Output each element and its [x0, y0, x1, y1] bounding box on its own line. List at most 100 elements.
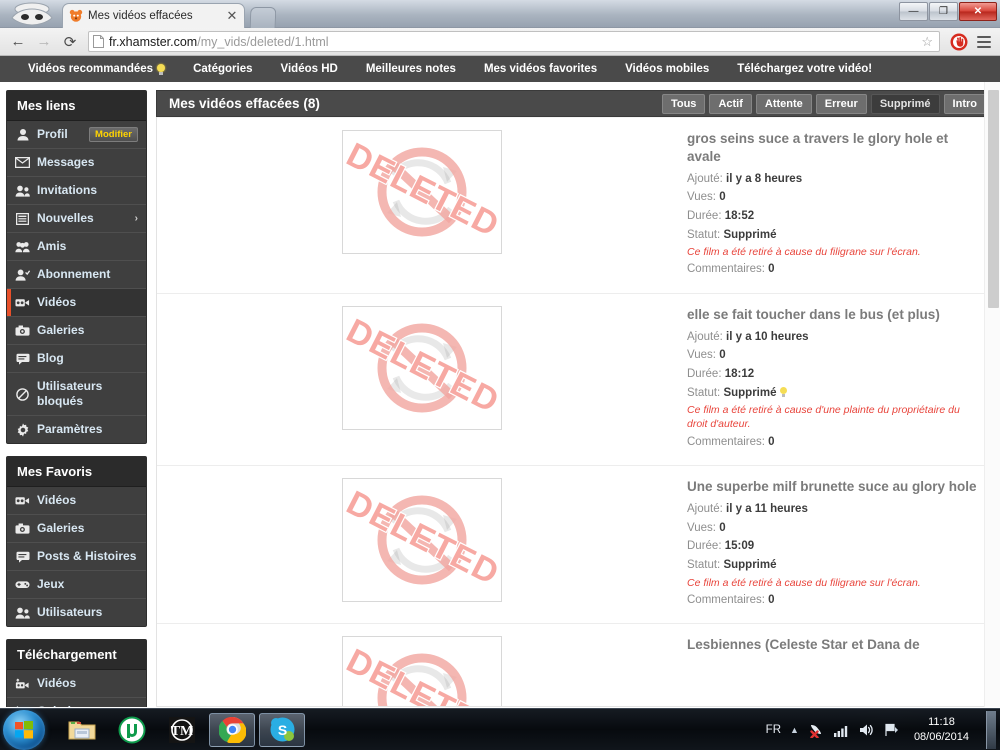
site-nav-link-0[interactable]: Vidéos recommandées	[14, 63, 179, 75]
video-title[interactable]: gros seins suce a travers le glory hole …	[687, 130, 982, 166]
site-nav-link-2[interactable]: Vidéos HD	[267, 63, 352, 75]
utorrent-icon[interactable]	[109, 713, 155, 747]
blocked-circle-icon	[15, 387, 30, 401]
site-nav-label: Meilleures notes	[365, 63, 456, 75]
sidebar-item-label: Amis	[37, 239, 67, 253]
sidebar-item-nouvelles[interactable]: Nouvelles ›	[7, 205, 146, 233]
video-thumbnail-deleted[interactable]: DELETED	[342, 478, 502, 603]
user-group-icon	[15, 184, 30, 197]
site-nav-link-5[interactable]: Vidéos mobiles	[611, 63, 723, 75]
video-duration-line: Durée: 18:12	[687, 365, 982, 384]
system-tray: FR ▲ 11:18 08/06/2014	[766, 710, 1000, 749]
start-button[interactable]	[3, 709, 45, 750]
sidebar-item-profil[interactable]: Profil Modifier	[7, 121, 146, 149]
comments-label: Commentaires:	[687, 435, 765, 448]
volume-icon[interactable]	[858, 722, 874, 738]
sidebar-item-label: Vidéos	[37, 493, 77, 507]
taskbar-clock[interactable]: 11:18 08/06/2014	[908, 715, 975, 744]
adblock-stop-hand-icon[interactable]	[949, 32, 969, 52]
sidebar-item-vid-os[interactable]: Vidéos	[7, 670, 146, 698]
video-added-line: Ajouté: il y a 10 heures	[687, 328, 982, 347]
envelope-icon	[15, 156, 30, 169]
sidebar-item-vid-os[interactable]: Vidéos	[7, 487, 146, 515]
video-thumbnail-deleted[interactable]: DELETED	[342, 636, 502, 707]
show-hidden-icons-icon[interactable]: ▲	[790, 725, 799, 735]
filter-tab-supprim-[interactable]: Supprimé	[870, 93, 940, 114]
sidebar-item-blog[interactable]: Blog	[7, 345, 146, 373]
sidebar-item-utilisateurs-bloqu-s[interactable]: Utilisateurs bloqués	[7, 373, 146, 416]
hamburger-menu-icon[interactable]	[974, 32, 994, 52]
sidebar-item-posts-histoires[interactable]: Posts & Histoires	[7, 543, 146, 571]
tab-close-icon[interactable]: ✕	[226, 9, 238, 22]
taskbar-items: TM S	[59, 712, 305, 747]
filter-tab-intro[interactable]: Intro	[943, 93, 986, 114]
sidebar-item-label: Nouvelles	[37, 211, 94, 225]
address-bar[interactable]: fr.xhamster.com/my_vids/deleted/1.html ☆	[88, 31, 940, 52]
sidebar-item-vid-os[interactable]: Vidéos	[7, 289, 146, 317]
video-comments-line: Commentaires: 0	[687, 591, 982, 610]
video-added-line: Ajouté: il y a 11 heures	[687, 500, 982, 519]
sidebar-item-galerie[interactable]: Galerie	[7, 698, 146, 707]
page-document-icon	[93, 35, 104, 48]
video-title[interactable]: Une superbe milf brunette suce au glory …	[687, 478, 982, 496]
edit-profile-badge[interactable]: Modifier	[89, 127, 138, 142]
site-nav-link-3[interactable]: Meilleures notes	[352, 63, 470, 75]
page-body: Mes liens Profil Modifier Messages Invitatio…	[0, 82, 1000, 707]
forward-icon[interactable]: →	[32, 30, 56, 54]
filter-tab-attente[interactable]: Attente	[755, 93, 812, 114]
show-desktop-button[interactable]	[986, 710, 996, 749]
status-badge: Supprimé	[723, 386, 777, 399]
sidebar-item-label: Abonnement	[37, 267, 111, 281]
sidebar-item-messages[interactable]: Messages	[7, 149, 146, 177]
sidebar-item-utilisateurs[interactable]: Utilisateurs	[7, 599, 146, 626]
sidebar-item-label: Invitations	[37, 183, 98, 197]
sidebar-item-galeries[interactable]: Galeries	[7, 317, 146, 345]
google-chrome-icon[interactable]	[209, 712, 255, 747]
sidebar-item-invitations[interactable]: Invitations	[7, 177, 146, 205]
filter-tab-actif[interactable]: Actif	[709, 93, 752, 114]
video-thumbnail-deleted[interactable]: DELETED	[342, 130, 502, 255]
video-title[interactable]: Lesbiennes (Celeste Star et Dana de	[687, 636, 982, 654]
lightbulb-icon	[157, 63, 166, 75]
status-label: Statut:	[687, 386, 721, 399]
close-button[interactable]: ✕	[959, 2, 997, 21]
video-thumbnail-deleted[interactable]: DELETED	[342, 305, 502, 430]
page-viewport: Vidéos recommandées Catégories Vidéos HD Me…	[0, 56, 1000, 707]
network-signal-icon[interactable]	[833, 722, 849, 738]
action-center-flag-icon[interactable]	[883, 722, 899, 738]
site-nav-link-1[interactable]: Catégories	[179, 63, 266, 75]
antivirus-alert-icon[interactable]	[808, 722, 824, 739]
scrollbar-thumb[interactable]	[988, 90, 999, 308]
views-value: 0	[719, 349, 726, 362]
url-host: fr.xhamster.com	[109, 34, 198, 49]
sidebar-item-amis[interactable]: Amis	[7, 233, 146, 261]
filter-tab-erreur[interactable]: Erreur	[815, 93, 867, 114]
video-status-line: Statut: Supprimé	[687, 384, 982, 403]
duration-value: 18:52	[724, 209, 755, 222]
status-hint-lightbulb-icon[interactable]	[779, 386, 787, 397]
file-explorer-icon[interactable]	[59, 713, 105, 747]
bookmark-star-icon[interactable]: ☆	[919, 34, 935, 50]
sidebar-item-jeux[interactable]: Jeux	[7, 571, 146, 599]
maximize-button[interactable]: ❐	[929, 2, 958, 21]
reload-icon[interactable]: ⟳	[58, 30, 82, 54]
tm-app-icon[interactable]: TM	[159, 713, 205, 747]
browser-tab[interactable]: Mes vidéos effacées ✕	[62, 3, 245, 28]
video-title[interactable]: elle se fait toucher dans le bus (et plu…	[687, 306, 982, 324]
friends-icon	[15, 240, 30, 253]
tray-language[interactable]: FR	[766, 724, 781, 736]
sidebar-item-abonnement[interactable]: Abonnement	[7, 261, 146, 289]
sidebar-item-param-tres[interactable]: Paramètres	[7, 416, 146, 443]
upload-photo-icon	[15, 705, 30, 707]
back-icon[interactable]: ←	[6, 30, 30, 54]
skype-icon[interactable]: S	[259, 712, 305, 747]
sidebar-item-galeries[interactable]: Galeries	[7, 515, 146, 543]
site-nav-link-4[interactable]: Mes vidéos favorites	[470, 63, 611, 75]
page-scrollbar[interactable]	[984, 82, 1000, 707]
site-nav-link-6[interactable]: Téléchargez votre vidéo!	[723, 63, 886, 75]
minimize-button[interactable]: —	[899, 2, 928, 21]
new-tab-button[interactable]	[249, 7, 277, 28]
chrome-browser-window: Mes vidéos effacées ✕ — ❐ ✕ ← → ⟳ fr.xha…	[0, 0, 1000, 708]
video-metadata: Une superbe milf brunette suce au glory …	[687, 478, 992, 609]
filter-tab-tous[interactable]: Tous	[661, 93, 706, 114]
